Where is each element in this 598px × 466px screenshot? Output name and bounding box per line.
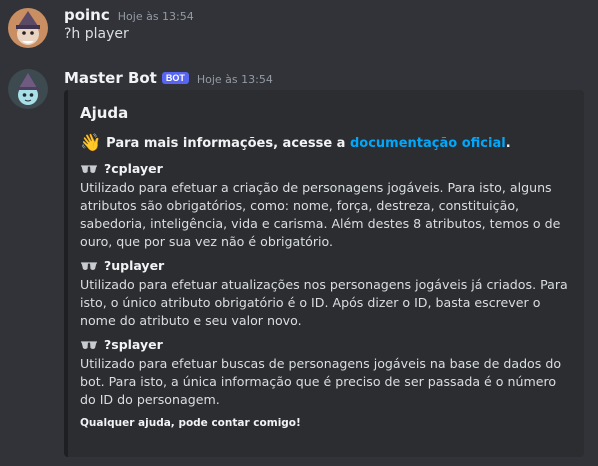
- waving-hand-icon: 👋: [80, 133, 102, 153]
- intro-suffix: .: [505, 135, 511, 151]
- intro-prefix: Para mais informações, acesse a: [106, 135, 346, 151]
- command-name: ?cplayer: [104, 161, 163, 176]
- timestamp: Hoje às 13:54: [196, 73, 273, 86]
- sunglasses-icon: [81, 164, 97, 173]
- help-embed: Ajuda 👋 Para mais informações, acesse a …: [64, 90, 584, 457]
- command-heading: ?cplayer: [80, 161, 568, 176]
- documentation-link[interactable]: documentação oficial: [350, 136, 506, 151]
- command-description: Utilizado para efetuar buscas de persona…: [80, 356, 562, 407]
- embed-title: Ajuda: [80, 104, 129, 122]
- command-name: ?splayer: [104, 337, 163, 352]
- embed-intro: 👋 Para mais informações, acesse a docume…: [80, 133, 568, 153]
- sunglasses-icon: [81, 340, 97, 349]
- timestamp: Hoje às 13:54: [117, 10, 194, 23]
- message-poinc: poinc Hoje às 13:54 ?h player: [0, 6, 598, 48]
- bot-badge: BOT: [161, 72, 189, 84]
- username[interactable]: poinc: [64, 6, 110, 24]
- avatar-master-bot[interactable]: [8, 69, 48, 109]
- embed-footer-text: Qualquer ajuda, pode contar comigo!: [80, 417, 301, 429]
- message-master-bot: Master Bot BOT Hoje às 13:54: [0, 69, 598, 109]
- command-description: Utilizado para efetuar a criação de pers…: [80, 180, 561, 249]
- command-description: Utilizado para efetuar atualizações nos …: [80, 277, 568, 328]
- command-name: ?uplayer: [104, 258, 165, 273]
- avatar-poinc[interactable]: [8, 8, 48, 48]
- message-content: ?h player: [64, 26, 129, 42]
- username[interactable]: Master Bot: [64, 69, 157, 87]
- command-heading: ?uplayer: [80, 258, 568, 273]
- command-heading: ?splayer: [80, 337, 568, 352]
- sunglasses-icon: [81, 261, 97, 270]
